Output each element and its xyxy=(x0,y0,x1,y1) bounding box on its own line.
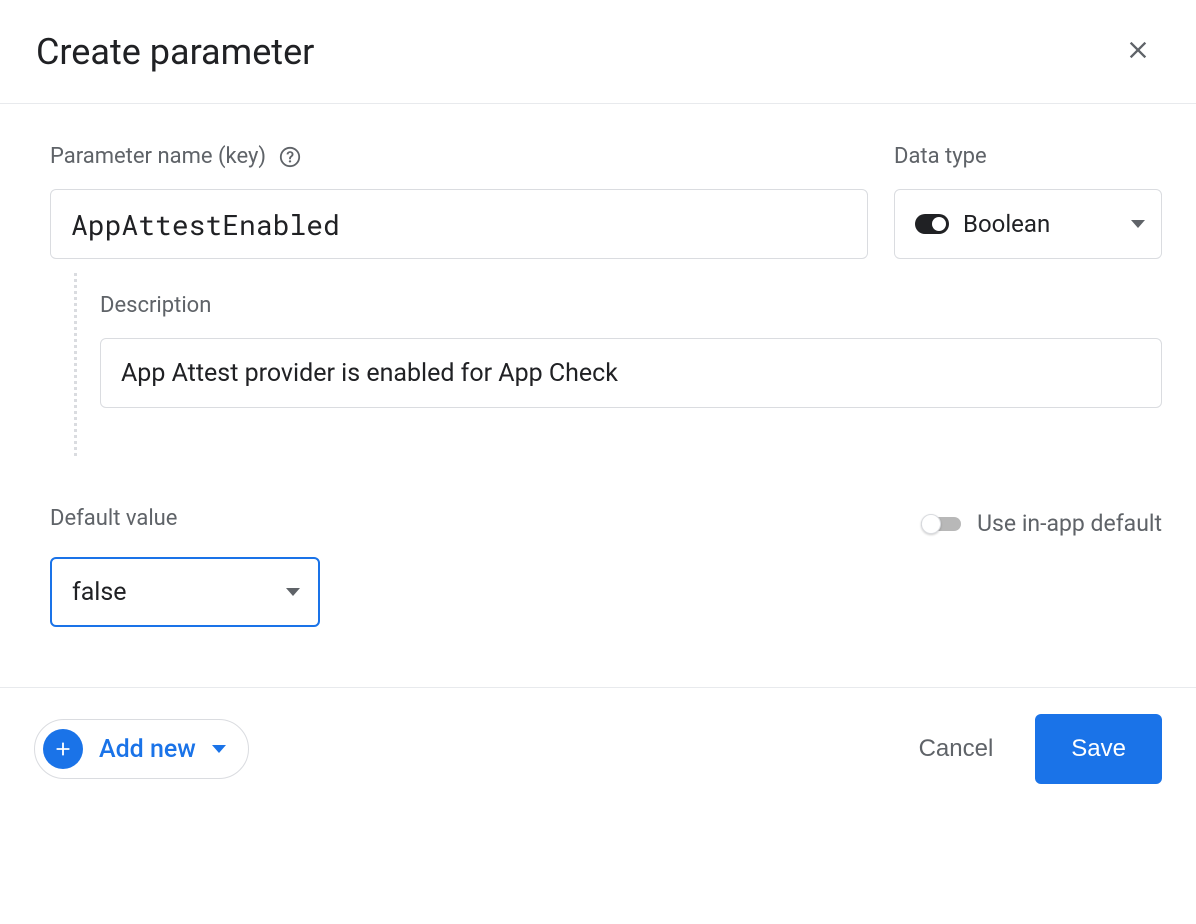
data-type-selected: Boolean xyxy=(963,210,1117,238)
boolean-type-icon xyxy=(915,214,949,234)
dialog-header: Create parameter xyxy=(0,0,1196,104)
parameter-name-label-text: Parameter name (key) xyxy=(50,144,266,169)
parameter-name-label: Parameter name (key) xyxy=(50,144,868,169)
plus-circle-icon xyxy=(43,729,83,769)
default-value-select[interactable]: false xyxy=(50,557,320,627)
in-app-default-label: Use in-app default xyxy=(977,510,1162,537)
row-name-and-type: Parameter name (key) Data type Boolean xyxy=(50,144,1162,259)
description-input[interactable] xyxy=(100,338,1162,408)
help-icon[interactable] xyxy=(278,145,302,169)
chevron-down-icon xyxy=(212,745,226,753)
default-value-selected: false xyxy=(72,578,127,607)
data-type-select[interactable]: Boolean xyxy=(894,189,1162,259)
default-value-row: Default value false Use in-app default xyxy=(50,506,1162,627)
description-label: Description xyxy=(100,293,1162,318)
close-button[interactable] xyxy=(1116,28,1160,75)
add-new-button[interactable]: Add new xyxy=(34,719,249,779)
save-button[interactable]: Save xyxy=(1035,714,1162,784)
footer-actions: Cancel Save xyxy=(911,714,1162,784)
data-type-field: Data type Boolean xyxy=(894,144,1162,259)
close-icon xyxy=(1124,36,1152,67)
add-new-label: Add new xyxy=(99,735,196,764)
dialog-footer: Add new Cancel Save xyxy=(0,687,1196,824)
cancel-button[interactable]: Cancel xyxy=(911,725,1002,773)
create-parameter-dialog: Create parameter Parameter name (key) Da… xyxy=(0,0,1196,824)
tree-rail xyxy=(50,273,100,456)
parameter-name-field: Parameter name (key) xyxy=(50,144,868,259)
dialog-body: Parameter name (key) Data type Boolean xyxy=(0,104,1196,687)
data-type-label: Data type xyxy=(894,144,1162,169)
chevron-down-icon xyxy=(286,588,300,596)
description-area: Description xyxy=(50,273,1162,456)
default-value-label: Default value xyxy=(50,506,320,531)
parameter-name-input[interactable] xyxy=(50,189,868,259)
in-app-default-toggle[interactable]: Use in-app default xyxy=(921,510,1162,537)
toggle-switch-off-icon xyxy=(921,514,961,534)
chevron-down-icon xyxy=(1131,220,1145,228)
dialog-title: Create parameter xyxy=(36,31,314,73)
